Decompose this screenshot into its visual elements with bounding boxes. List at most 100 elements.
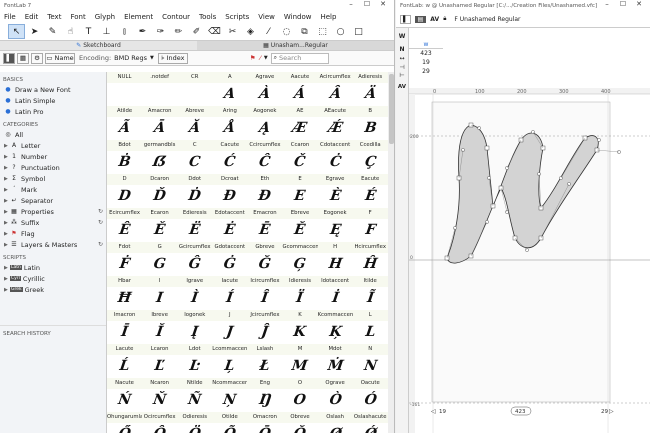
glyph-cell[interactable]: Ḃ xyxy=(107,151,144,174)
glyph-cell[interactable]: K xyxy=(281,321,319,344)
glyph-cell[interactable]: Ç xyxy=(351,151,388,174)
glyph-name-field[interactable]: w xyxy=(409,40,443,49)
glyph-cell[interactable]: Ï xyxy=(281,287,319,310)
glyph-cell[interactable]: D xyxy=(107,185,144,208)
sidebar-item-letter[interactable]: ▶ A Letter xyxy=(0,140,106,151)
glyph-cell[interactable]: Ḟ xyxy=(107,253,144,276)
knife-tool-icon[interactable]: ✎ xyxy=(44,24,61,39)
glyph-cell[interactable]: Õ xyxy=(211,423,249,433)
close-icon[interactable]: ✕ xyxy=(376,0,390,8)
glyph-cell[interactable]: Ľ xyxy=(140,355,178,378)
refresh-icon[interactable]: ↻ xyxy=(98,208,103,215)
encoding-select[interactable]: BMD Regs xyxy=(114,54,147,62)
bottom-width-value[interactable]: 423 xyxy=(515,409,526,415)
glyph-cell[interactable]: Ē xyxy=(246,219,284,242)
menu-item-contour[interactable]: Contour xyxy=(162,13,190,21)
kerning-tool-icon[interactable]: ⫾ xyxy=(116,24,133,39)
glyph-cell[interactable]: Ļ xyxy=(211,355,249,378)
sidebar-item-latin-simple[interactable]: ● Latin Simple xyxy=(0,95,106,106)
glyph-cell[interactable]: Ă xyxy=(176,117,214,140)
glyph-cell[interactable]: Ń xyxy=(107,389,144,412)
menu-item-scripts[interactable]: Scripts xyxy=(225,13,249,21)
sidebar-item-draw-new-font[interactable]: ● Draw a New Font xyxy=(0,84,106,95)
glyph-cell[interactable]: Ë xyxy=(176,219,214,242)
glyph-cell[interactable]: B xyxy=(351,117,388,140)
sidebar-item-number[interactable]: ▶ 1 Number xyxy=(0,151,106,162)
glyph-cell[interactable]: Ł xyxy=(246,355,284,378)
glyph-cell[interactable]: N xyxy=(351,355,388,378)
glyph-cell[interactable]: Í xyxy=(211,287,249,310)
sidebar-item-flag[interactable]: ▶ ⚑ Flag xyxy=(0,228,106,239)
glyph-cell[interactable]: Į xyxy=(176,321,214,344)
scrollbar-thumb[interactable] xyxy=(389,74,394,144)
lasso-tool-icon[interactable]: ◌ xyxy=(278,24,295,39)
contour-tool-icon[interactable]: ↖ xyxy=(8,24,25,39)
glyph-cell[interactable]: Ő xyxy=(107,423,144,433)
glyph-cell[interactable]: Ğ xyxy=(246,253,284,276)
glyph-cell[interactable] xyxy=(140,83,178,106)
refresh-icon[interactable]: ↻ xyxy=(98,241,103,248)
glyph-cell[interactable]: Ć xyxy=(211,151,249,174)
glyph-cell[interactable]: Å xyxy=(211,117,249,140)
glyph-cell[interactable]: Ĩ xyxy=(351,287,388,310)
glyph-cell[interactable]: Ě xyxy=(140,219,178,242)
maximize-icon[interactable]: ☐ xyxy=(616,0,630,8)
close-icon[interactable]: ✕ xyxy=(632,0,646,8)
maximize-icon[interactable]: ☐ xyxy=(360,0,374,8)
glyph-cell[interactable]: Ġ xyxy=(211,253,249,276)
glyph-cell[interactable]: A xyxy=(211,83,249,106)
glyph-cell[interactable]: Ö xyxy=(176,423,214,433)
glyph-cell[interactable]: Č xyxy=(281,151,319,174)
glyph-cell[interactable]: M xyxy=(281,355,319,378)
bottom-rsb-value[interactable]: 29 xyxy=(601,409,608,415)
glyph-cell[interactable]: C xyxy=(176,151,214,174)
sidebar-item-layers-masters[interactable]: ▶ ☰ Layers & Masters ↻ xyxy=(0,239,106,250)
menu-item-edit[interactable]: Edit xyxy=(25,13,39,21)
text-tool-icon[interactable]: T xyxy=(80,24,97,39)
glyph-cell[interactable]: Ŀ xyxy=(176,355,214,378)
glyph-cell[interactable]: Ċ xyxy=(316,151,354,174)
glyph-cell[interactable]: Ō xyxy=(246,423,284,433)
glyph-cell[interactable]: Ŏ xyxy=(281,423,319,433)
glyph-cell[interactable]: Ð xyxy=(246,185,284,208)
sidebar-item-mark[interactable]: ▶ ´ Mark xyxy=(0,184,106,195)
lsb-field[interactable]: 19 xyxy=(409,58,443,67)
glyph-cell[interactable]: Ħ xyxy=(107,287,144,310)
glyph-cell[interactable]: Ê xyxy=(107,219,144,242)
glyph-cell[interactable]: Æ xyxy=(281,117,319,140)
menu-item-help[interactable]: Help xyxy=(320,13,336,21)
preview-toggle-icon[interactable]: ▤ xyxy=(414,15,427,23)
glyph-cell[interactable]: À xyxy=(246,83,284,106)
lock-icon[interactable]: 🔒︎ xyxy=(443,15,446,23)
grid-view-icon[interactable]: ▦ xyxy=(17,52,29,64)
glyph-cell[interactable]: Ę xyxy=(316,219,354,242)
menu-item-glyph[interactable]: Glyph xyxy=(95,13,115,21)
glyph-cell[interactable]: Ĕ xyxy=(281,219,319,242)
glyph-cell[interactable]: Ô xyxy=(140,423,178,433)
chevron-down-icon[interactable]: ▼ xyxy=(150,55,154,61)
glyph-cell[interactable]: Ģ xyxy=(281,253,319,276)
pencil-tool-icon[interactable]: ✏ xyxy=(170,24,187,39)
sidebar-item-separator[interactable]: ▶ ↵ Separator xyxy=(0,195,106,206)
menu-item-tools[interactable]: Tools xyxy=(199,13,216,21)
glyph-cell[interactable] xyxy=(107,83,144,106)
glyph-cell[interactable]: Ė xyxy=(211,219,249,242)
flag-icon[interactable]: ⚑ xyxy=(250,54,256,62)
menu-item-element[interactable]: Element xyxy=(124,13,153,21)
metrics-tool-icon[interactable]: ⊥ xyxy=(98,24,115,39)
glyph-cell[interactable]: Ó xyxy=(351,389,388,412)
hand-tool-icon[interactable]: ☝ xyxy=(62,24,79,39)
glyph-canvas[interactable]: 0 100 200 300 400 200 0 -161 ◁ 19 423 29… xyxy=(409,88,650,433)
name-toggle[interactable]: ▭ Name xyxy=(45,52,75,64)
glyph-cell[interactable]: È xyxy=(316,185,354,208)
transform-tool-icon[interactable]: ⧉ xyxy=(296,24,313,39)
glyph-cell[interactable]: Ĉ xyxy=(246,151,284,174)
pointer-tool-icon[interactable]: ➤ xyxy=(26,24,43,39)
glyph-cell[interactable]: Ä xyxy=(351,83,388,106)
kerning-toggle-icon[interactable]: AV xyxy=(430,16,439,23)
glyph-cell[interactable]: H xyxy=(316,253,354,276)
glyph-cell[interactable]: J xyxy=(211,321,249,344)
glyph-cell[interactable]: O xyxy=(281,389,319,412)
glyph-cell[interactable]: Ď xyxy=(140,185,178,208)
menu-item-view[interactable]: View xyxy=(258,13,275,21)
